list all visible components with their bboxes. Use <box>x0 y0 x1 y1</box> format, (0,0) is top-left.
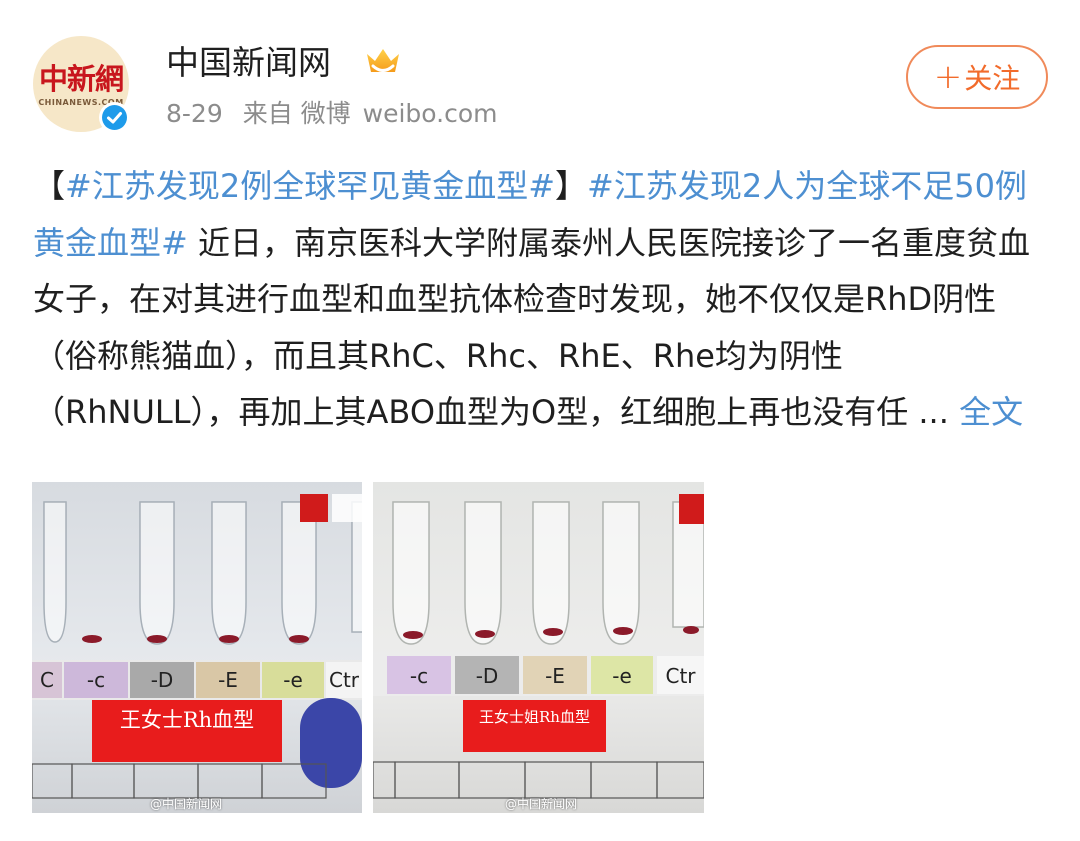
open-bracket: 【 <box>33 167 66 205</box>
test-label: -D <box>475 664 499 688</box>
image-watermark: @中国新闻网 <box>150 797 223 811</box>
topic-tag-1[interactable]: #江苏发现2例全球罕见黄金血型# <box>65 167 555 205</box>
post-date: 8-29 <box>166 99 223 128</box>
post-image-1[interactable]: C -c -D -E -e Ctr 王女士Rh血型 @中国新闻网 <box>32 482 362 813</box>
follow-label: 关注 <box>964 62 1021 95</box>
post-source-prefix: 来自 微博 <box>242 99 351 128</box>
post-image-2[interactable]: -c -D -E -e Ctr 王女士姐Rh血型 @中国新闻网 <box>373 482 704 813</box>
test-label: -e <box>612 664 632 688</box>
avatar-logo-text: 中新網 <box>38 62 124 96</box>
test-label: -E <box>218 668 238 692</box>
plus-icon: + <box>933 57 963 97</box>
test-label: -c <box>86 668 106 692</box>
test-label: Ctr <box>328 668 360 692</box>
test-label: Ctr <box>665 664 696 688</box>
image-caption: 王女士姐Rh血型 <box>463 700 606 752</box>
verified-badge-icon <box>99 102 130 133</box>
post-text: 【#江苏发现2例全球罕见黄金血型#】#江苏发现2人为全球不足50例黄金血型# 近… <box>33 158 1033 441</box>
test-label: -e <box>283 668 303 692</box>
post-source-site[interactable]: weibo.com <box>363 99 498 128</box>
test-label: -E <box>545 664 565 688</box>
test-label: C <box>40 668 54 692</box>
crown-badge-icon[interactable] <box>363 44 403 80</box>
test-label: -c <box>409 664 429 688</box>
follow-button[interactable]: +关注 <box>906 45 1048 109</box>
post-meta: 8-29 来自 微博 weibo.com <box>166 97 510 131</box>
expand-full-text-link[interactable]: 全文 <box>959 393 1023 431</box>
test-label: -D <box>150 668 174 692</box>
close-bracket: 】 <box>555 167 588 205</box>
image-watermark: @中国新闻网 <box>505 797 578 811</box>
author-name[interactable]: 中国新闻网 <box>166 41 331 85</box>
image-caption: 王女士Rh血型 <box>92 700 282 762</box>
